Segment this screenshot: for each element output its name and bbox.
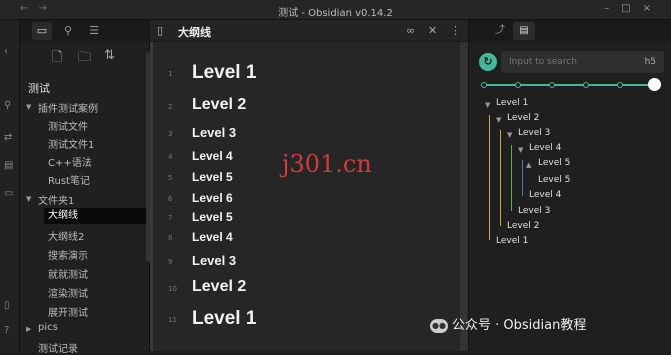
file-item[interactable]: 搜索演示 xyxy=(48,247,88,262)
file-item[interactable]: 测试文件 xyxy=(48,118,88,133)
file-item[interactable]: 测试记录 xyxy=(38,340,78,355)
heading-line[interactable]: 9 Level 3 xyxy=(150,253,450,271)
ribbon: ‹ ⚲ ⇄ ▤ ▭ ▯ ? xyxy=(0,20,20,351)
files-tab-icon[interactable]: ▭ xyxy=(32,22,52,40)
chevron-down-icon[interactable]: ▼ xyxy=(507,131,512,139)
watermark-text: j301.cn xyxy=(282,150,372,178)
slider-tick[interactable] xyxy=(549,82,555,88)
file-item[interactable]: Rust笔记 xyxy=(48,172,90,187)
outline-pane: ⤴ ▤ ↻ h5 ▼ Level 1 ▼ Level 2 ▼ Level 3 ▼… xyxy=(468,20,671,351)
guide-line-level3 xyxy=(511,145,512,211)
new-note-icon[interactable]: 🗋 xyxy=(52,48,62,70)
slider-tick[interactable] xyxy=(515,82,521,88)
guide-line-level1 xyxy=(489,115,490,240)
outline-item[interactable]: Level 4 xyxy=(529,190,561,200)
heading-line[interactable]: 7 Level 5 xyxy=(150,210,450,226)
file-actions: 🗋 🗀 ⇅ xyxy=(20,42,150,70)
chevron-down-icon[interactable]: ▼ xyxy=(485,101,490,109)
command-icon[interactable]: ▭ xyxy=(4,188,13,199)
help-icon[interactable]: ? xyxy=(4,325,9,336)
outline-item[interactable]: Level 3 xyxy=(518,206,550,216)
slider-tick[interactable] xyxy=(583,82,589,88)
new-folder-icon[interactable]: 🗀 xyxy=(78,48,91,70)
heading-line[interactable]: 3 Level 3 xyxy=(150,125,450,143)
chevron-down-icon[interactable]: ▼ xyxy=(518,146,523,154)
chevron-down-icon[interactable]: ▼ xyxy=(26,103,31,111)
right-tabs: ⤴ ▤ xyxy=(469,20,671,42)
outline-search-input[interactable] xyxy=(509,57,629,67)
file-item[interactable]: 测试文件1 xyxy=(48,136,94,151)
heading-level-slider[interactable] xyxy=(483,84,655,86)
collapse-icon[interactable]: ‹ xyxy=(4,46,8,57)
switcher-icon[interactable]: ⇄ xyxy=(4,132,12,143)
window-title: 测试 - Obsidian v0.14.2 xyxy=(278,8,393,19)
file-item[interactable]: 展开测试 xyxy=(48,304,88,319)
outline-search[interactable]: h5 xyxy=(501,51,664,73)
file-item[interactable]: C++语法 xyxy=(48,154,92,169)
title-bar: ←→ 测试 - Obsidian v0.14.2 –□× xyxy=(0,0,671,20)
file-item[interactable]: 就就测试 xyxy=(48,266,88,281)
editor-header: ▯ 大纲线 ∞ ✕ ⋮ xyxy=(150,20,468,42)
file-explorer: ▭ ⚲ ☰ 🗋 🗀 ⇅ 测试 ▼ 插件测试案例 测试文件 测试文件1 C++语法… xyxy=(20,20,156,355)
vault-icon[interactable]: ▯ xyxy=(4,300,10,311)
file-item-selected[interactable]: 大纲线 xyxy=(44,208,156,224)
heading-line[interactable]: 2 Level 2 xyxy=(150,96,450,118)
sort-icon[interactable]: ⇅ xyxy=(104,48,115,63)
editor-scrollbar[interactable] xyxy=(460,42,468,351)
link-tab-icon[interactable]: ⤴ xyxy=(489,22,511,40)
outline-item[interactable]: Level 4 xyxy=(529,143,561,153)
wechat-caption: ●● 公众号 · Obsidian教程 xyxy=(430,314,586,333)
file-item[interactable]: 渲染测试 xyxy=(48,285,88,300)
folder-plugin-cases[interactable]: 插件测试案例 xyxy=(38,100,98,115)
note-title: 大纲线 xyxy=(178,26,211,39)
folder-1[interactable]: 文件夹1 xyxy=(38,192,74,207)
outline-tab-icon[interactable]: ▤ xyxy=(513,22,535,40)
file-item[interactable]: 大纲线2 xyxy=(48,228,84,243)
outline-item[interactable]: Level 2 xyxy=(507,113,539,123)
heading-line[interactable]: 11 Level 1 xyxy=(150,308,450,332)
wechat-icon: ●● xyxy=(430,318,448,333)
document-icon: ▯ xyxy=(157,24,164,37)
bookmarks-tab-icon[interactable]: ☰ xyxy=(84,22,104,40)
reading-mode-icon[interactable]: ∞ xyxy=(406,24,415,37)
calendar-icon[interactable]: ▤ xyxy=(4,160,13,171)
outline-item[interactable]: Level 5 xyxy=(538,158,570,168)
chevron-up-icon[interactable]: ▲ xyxy=(526,161,531,169)
refresh-icon[interactable]: ↻ xyxy=(479,53,497,71)
heading-line[interactable]: 1 Level 1 xyxy=(150,62,450,86)
outline-item[interactable]: Level 1 xyxy=(496,236,528,246)
outline-item[interactable]: Level 2 xyxy=(507,221,539,231)
more-options-icon[interactable]: ⋮ xyxy=(450,24,461,37)
outline-item[interactable]: Level 3 xyxy=(518,128,550,138)
chevron-down-icon[interactable]: ▼ xyxy=(496,116,501,124)
vault-root[interactable]: 测试 xyxy=(28,80,50,96)
left-tabs: ▭ ⚲ ☰ xyxy=(20,20,150,42)
chevron-down-icon[interactable]: ▼ xyxy=(26,195,31,203)
slider-tick[interactable] xyxy=(481,82,487,88)
folder-pics[interactable]: pics xyxy=(38,322,58,333)
outline-item[interactable]: Level 5 xyxy=(538,175,570,185)
editor-pane: ▯ 大纲线 ∞ ✕ ⋮ 1 Level 1 2 Level 2 3 Level 3 4… xyxy=(150,20,468,351)
graph-icon[interactable]: ⚲ xyxy=(4,100,11,111)
search-tab-icon[interactable]: ⚲ xyxy=(58,22,78,40)
guide-line-level4 xyxy=(522,160,523,196)
guide-line-level2 xyxy=(500,130,501,226)
chevron-right-icon[interactable]: ▶ xyxy=(26,325,31,333)
outline-item[interactable]: Level 1 xyxy=(496,98,528,108)
heading-line[interactable]: 8 Level 4 xyxy=(150,230,450,246)
slider-tick[interactable] xyxy=(617,82,623,88)
slider-knob[interactable] xyxy=(648,78,661,91)
heading-line[interactable]: 10 Level 2 xyxy=(150,278,450,300)
heading-line[interactable]: 6 Level 6 xyxy=(150,191,450,207)
close-icon[interactable]: ✕ xyxy=(428,24,437,37)
window-controls-icon[interactable]: –□× xyxy=(604,3,663,14)
heading-level-badge[interactable]: h5 xyxy=(645,51,656,73)
